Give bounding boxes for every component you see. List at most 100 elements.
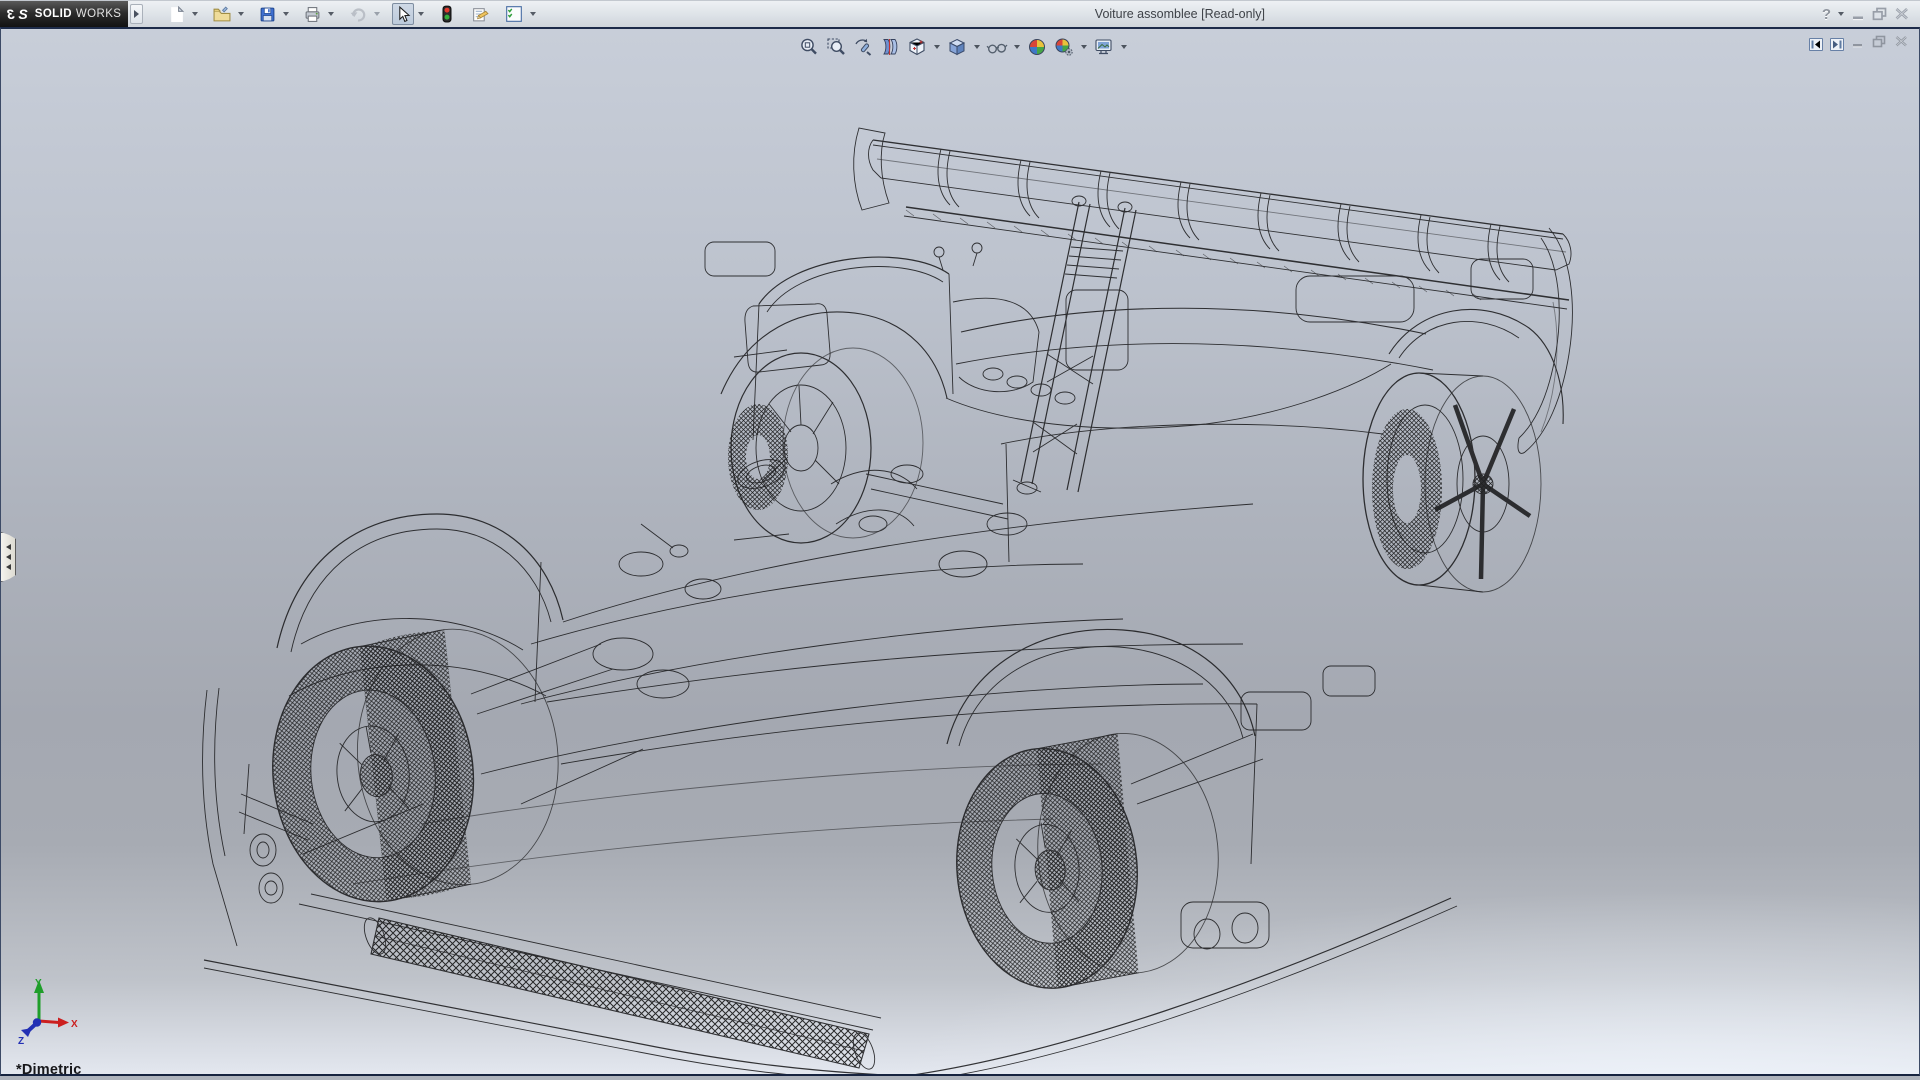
open-dropdown[interactable]	[235, 3, 246, 25]
chevron-down-icon	[530, 12, 536, 16]
zoom-to-area-button[interactable]	[824, 35, 848, 59]
select-button[interactable]	[392, 3, 414, 25]
chevron-down-icon	[418, 12, 424, 16]
brand-glyph-3: 3	[7, 6, 15, 22]
hide-show-items-button[interactable]	[985, 35, 1009, 59]
chevron-down-icon	[1081, 45, 1087, 49]
chevron-down-icon	[238, 12, 244, 16]
chevron-down-icon	[1014, 45, 1020, 49]
collapse-right-pane-button[interactable]	[1830, 38, 1844, 51]
save-floppy-icon	[259, 6, 276, 23]
minimize-button[interactable]	[1851, 4, 1866, 24]
options-dropdown[interactable]	[527, 3, 538, 25]
chevron-left-icon	[6, 564, 11, 570]
minimize-icon	[1851, 36, 1865, 48]
collapse-left-icon	[1811, 40, 1821, 49]
window-controls: ?	[1822, 3, 1920, 25]
view-settings-monitor-icon	[1094, 37, 1114, 57]
hide-show-items-dropdown[interactable]	[1012, 35, 1022, 59]
print-button[interactable]	[301, 3, 324, 25]
chevron-left-icon	[6, 544, 11, 550]
solidworks-logo: 3S SOLIDWORKS	[0, 1, 128, 28]
undo-dropdown[interactable]	[371, 3, 382, 25]
front-left-wheel	[259, 619, 571, 911]
select-dropdown[interactable]	[415, 3, 426, 25]
apply-scene-icon	[1054, 37, 1074, 57]
window-title: Voiture assomblee [Read-only]	[538, 7, 1822, 21]
minimize-icon	[1851, 8, 1866, 21]
display-style-icon	[947, 37, 967, 57]
restore-icon	[1872, 7, 1888, 21]
triad-y-label: Y	[35, 978, 42, 989]
model-wireframe-race-car[interactable]	[1, 29, 1919, 1074]
main-toolbar	[165, 3, 538, 25]
zoom-to-fit-button[interactable]	[797, 35, 821, 59]
display-style-dropdown[interactable]	[972, 35, 982, 59]
brand-name-bold: SOLID	[35, 8, 72, 20]
headsup-view-toolbar	[797, 35, 1129, 59]
view-orientation-label: *Dimetric	[16, 1062, 81, 1076]
restore-button[interactable]	[1872, 4, 1888, 24]
stoplight-icon	[439, 5, 455, 23]
undo-button[interactable]	[346, 3, 370, 25]
rear-right-wheel	[1363, 373, 1541, 592]
edit-appearance-button[interactable]	[1025, 35, 1049, 59]
new-dropdown[interactable]	[189, 3, 200, 25]
open-button[interactable]	[210, 3, 234, 25]
zoom-to-fit-icon	[799, 37, 819, 57]
close-button[interactable]	[1894, 4, 1910, 24]
previous-view-icon	[853, 37, 873, 57]
restore-icon	[1872, 35, 1887, 48]
graphics-viewport[interactable]: Y X Z *Dimetric	[0, 27, 1920, 1076]
print-icon	[304, 6, 321, 23]
chevron-down-icon	[328, 12, 334, 16]
collapse-left-pane-button[interactable]	[1809, 38, 1823, 51]
save-dropdown[interactable]	[280, 3, 291, 25]
chevron-down-icon	[192, 12, 198, 16]
print-dropdown[interactable]	[325, 3, 336, 25]
view-orientation-dropdown[interactable]	[932, 35, 942, 59]
doc-restore-button[interactable]	[1872, 35, 1887, 53]
file-properties-button[interactable]	[468, 3, 492, 25]
previous-view-button[interactable]	[851, 35, 875, 59]
view-orientation-button[interactable]	[905, 35, 929, 59]
close-icon	[1894, 35, 1909, 48]
new-button[interactable]	[165, 3, 188, 25]
view-settings-button[interactable]	[1092, 35, 1116, 59]
collapse-right-icon	[1832, 40, 1842, 49]
display-style-button[interactable]	[945, 35, 969, 59]
toolbar-expander-button[interactable]	[130, 4, 143, 24]
chevron-down-icon	[974, 45, 980, 49]
triad-x-label: X	[71, 1019, 78, 1030]
view-settings-dropdown[interactable]	[1119, 35, 1129, 59]
help-dropdown[interactable]	[1837, 3, 1845, 25]
undo-icon	[349, 6, 367, 23]
help-button[interactable]: ?	[1822, 4, 1831, 24]
titlebar: 3S SOLIDWORKS	[0, 0, 1920, 27]
save-button[interactable]	[256, 3, 279, 25]
new-document-icon	[168, 6, 185, 23]
doc-minimize-button[interactable]	[1851, 35, 1865, 53]
zoom-to-area-icon	[826, 37, 846, 57]
document-window-controls	[1809, 35, 1909, 53]
chevron-left-icon	[6, 554, 11, 560]
help-icon: ?	[1822, 6, 1831, 23]
chevron-down-icon	[283, 12, 289, 16]
notepad-pencil-icon	[471, 6, 489, 23]
apply-scene-dropdown[interactable]	[1079, 35, 1089, 59]
options-button[interactable]	[502, 3, 526, 25]
section-view-icon	[880, 37, 900, 57]
brand-glyph-S: S	[18, 6, 27, 22]
options-checklist-icon	[505, 5, 523, 23]
doc-close-button[interactable]	[1894, 35, 1909, 53]
reference-triad: Y X Z	[1, 974, 131, 1074]
rebuild-button[interactable]	[436, 3, 458, 25]
apply-scene-button[interactable]	[1052, 35, 1076, 59]
appearance-ball-icon	[1027, 37, 1047, 57]
section-view-button[interactable]	[878, 35, 902, 59]
eyeglasses-icon	[986, 37, 1008, 57]
chevron-down-icon	[1838, 12, 1844, 16]
feature-tree-collapsed-tab[interactable]	[1, 532, 16, 582]
chevron-down-icon	[374, 12, 380, 16]
rear-wing	[854, 128, 1573, 453]
